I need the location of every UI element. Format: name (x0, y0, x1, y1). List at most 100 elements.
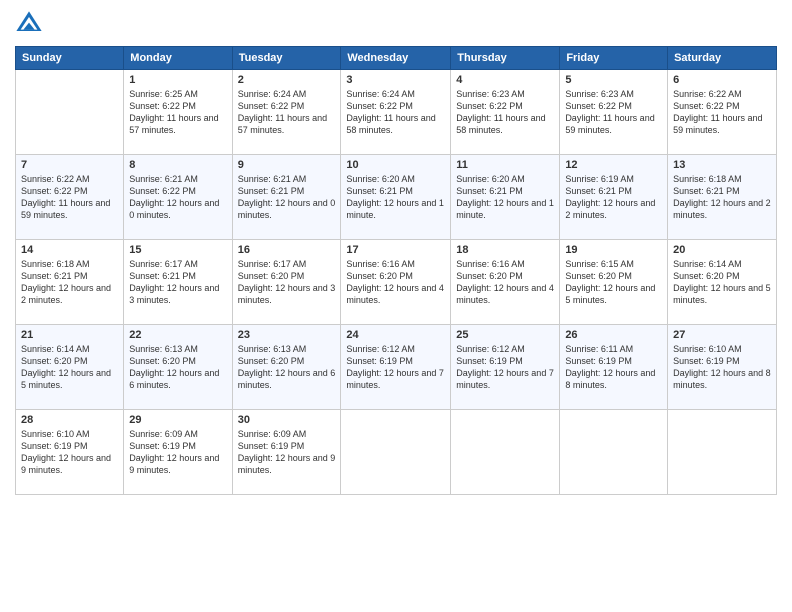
day-info: Sunrise: 6:22 AM Sunset: 6:22 PM Dayligh… (673, 88, 771, 137)
day-number: 7 (21, 159, 118, 171)
day-number: 15 (129, 244, 226, 256)
day-cell: 18 Sunrise: 6:16 AM Sunset: 6:20 PM Dayli… (451, 240, 560, 325)
day-info: Sunrise: 6:10 AM Sunset: 6:19 PM Dayligh… (673, 343, 771, 392)
day-number: 3 (346, 74, 445, 86)
day-cell: 4 Sunrise: 6:23 AM Sunset: 6:22 PM Daylig… (451, 70, 560, 155)
week-row-2: 14Sunrise: 6:18 AM Sunset: 6:21 PM Dayli… (16, 240, 777, 325)
day-number: 17 (346, 244, 445, 256)
day-cell: 5Sunrise: 6:23 AM Sunset: 6:22 PM Daylig… (560, 70, 668, 155)
logo (15, 10, 47, 38)
day-number: 27 (673, 329, 771, 341)
day-cell: 21 Sunrise: 6:14 AM Sunset: 6:20 PM Dayli… (16, 325, 124, 410)
day-number: 22 (129, 329, 226, 341)
day-number: 13 (673, 159, 771, 171)
week-row-4: 28 Sunrise: 6:10 AM Sunset: 6:19 PM Dayli… (16, 410, 777, 495)
day-info: Sunrise: 6:16 AM Sunset: 6:20 PM Dayligh… (346, 258, 445, 307)
day-number: 9 (238, 159, 336, 171)
day-header-tuesday: Tuesday (232, 47, 341, 70)
day-info: Sunrise: 6:20 AM Sunset: 6:21 PM Dayligh… (346, 173, 445, 222)
day-cell: 20 Sunrise: 6:14 AM Sunset: 6:20 PM Dayli… (668, 240, 777, 325)
logo-icon (15, 10, 43, 38)
day-number: 30 (238, 414, 336, 426)
day-cell: 9 Sunrise: 6:21 AM Sunset: 6:21 PM Daylig… (232, 155, 341, 240)
day-info: Sunrise: 6:22 AM Sunset: 6:22 PM Dayligh… (21, 173, 118, 222)
day-cell (341, 410, 451, 495)
day-cell: 27 Sunrise: 6:10 AM Sunset: 6:19 PM Dayli… (668, 325, 777, 410)
calendar-table: SundayMondayTuesdayWednesdayThursdayFrid… (15, 46, 777, 495)
day-cell: 25 Sunrise: 6:12 AM Sunset: 6:19 PM Dayli… (451, 325, 560, 410)
day-cell: 7 Sunrise: 6:22 AM Sunset: 6:22 PM Daylig… (16, 155, 124, 240)
day-info: Sunrise: 6:14 AM Sunset: 6:20 PM Dayligh… (21, 343, 118, 392)
day-info: Sunrise: 6:21 AM Sunset: 6:22 PM Dayligh… (129, 173, 226, 222)
day-info: Sunrise: 6:24 AM Sunset: 6:22 PM Dayligh… (238, 88, 336, 137)
day-cell: 10 Sunrise: 6:20 AM Sunset: 6:21 PM Dayli… (341, 155, 451, 240)
day-header-thursday: Thursday (451, 47, 560, 70)
day-number: 26 (565, 329, 662, 341)
day-number: 4 (456, 74, 554, 86)
day-number: 6 (673, 74, 771, 86)
day-header-friday: Friday (560, 47, 668, 70)
day-cell: 28 Sunrise: 6:10 AM Sunset: 6:19 PM Dayli… (16, 410, 124, 495)
day-cell: 23 Sunrise: 6:13 AM Sunset: 6:20 PM Dayli… (232, 325, 341, 410)
day-cell: 13 Sunrise: 6:18 AM Sunset: 6:21 PM Dayli… (668, 155, 777, 240)
day-info: Sunrise: 6:09 AM Sunset: 6:19 PM Dayligh… (238, 428, 336, 477)
day-cell (451, 410, 560, 495)
week-row-3: 21 Sunrise: 6:14 AM Sunset: 6:20 PM Dayli… (16, 325, 777, 410)
day-info: Sunrise: 6:15 AM Sunset: 6:20 PM Dayligh… (565, 258, 662, 307)
day-info: Sunrise: 6:17 AM Sunset: 6:20 PM Dayligh… (238, 258, 336, 307)
day-cell (668, 410, 777, 495)
day-info: Sunrise: 6:13 AM Sunset: 6:20 PM Dayligh… (238, 343, 336, 392)
day-info: Sunrise: 6:12 AM Sunset: 6:19 PM Dayligh… (346, 343, 445, 392)
day-number: 23 (238, 329, 336, 341)
day-number: 14 (21, 244, 118, 256)
day-number: 10 (346, 159, 445, 171)
day-header-sunday: Sunday (16, 47, 124, 70)
day-cell: 24 Sunrise: 6:12 AM Sunset: 6:19 PM Dayli… (341, 325, 451, 410)
day-cell (560, 410, 668, 495)
page: SundayMondayTuesdayWednesdayThursdayFrid… (0, 0, 792, 612)
day-number: 8 (129, 159, 226, 171)
day-number: 1 (129, 74, 226, 86)
day-number: 24 (346, 329, 445, 341)
day-cell: 6 Sunrise: 6:22 AM Sunset: 6:22 PM Daylig… (668, 70, 777, 155)
day-cell: 30 Sunrise: 6:09 AM Sunset: 6:19 PM Dayli… (232, 410, 341, 495)
day-info: Sunrise: 6:20 AM Sunset: 6:21 PM Dayligh… (456, 173, 554, 222)
calendar-header-row: SundayMondayTuesdayWednesdayThursdayFrid… (16, 47, 777, 70)
day-number: 20 (673, 244, 771, 256)
day-info: Sunrise: 6:24 AM Sunset: 6:22 PM Dayligh… (346, 88, 445, 137)
day-info: Sunrise: 6:18 AM Sunset: 6:21 PM Dayligh… (673, 173, 771, 222)
day-info: Sunrise: 6:23 AM Sunset: 6:22 PM Dayligh… (456, 88, 554, 137)
day-number: 5 (565, 74, 662, 86)
day-cell (16, 70, 124, 155)
day-number: 25 (456, 329, 554, 341)
header (15, 10, 777, 38)
day-info: Sunrise: 6:11 AM Sunset: 6:19 PM Dayligh… (565, 343, 662, 392)
day-number: 28 (21, 414, 118, 426)
day-info: Sunrise: 6:19 AM Sunset: 6:21 PM Dayligh… (565, 173, 662, 222)
day-info: Sunrise: 6:21 AM Sunset: 6:21 PM Dayligh… (238, 173, 336, 222)
day-number: 12 (565, 159, 662, 171)
day-number: 18 (456, 244, 554, 256)
week-row-1: 7 Sunrise: 6:22 AM Sunset: 6:22 PM Daylig… (16, 155, 777, 240)
day-info: Sunrise: 6:13 AM Sunset: 6:20 PM Dayligh… (129, 343, 226, 392)
day-info: Sunrise: 6:10 AM Sunset: 6:19 PM Dayligh… (21, 428, 118, 477)
day-number: 16 (238, 244, 336, 256)
day-header-saturday: Saturday (668, 47, 777, 70)
day-info: Sunrise: 6:16 AM Sunset: 6:20 PM Dayligh… (456, 258, 554, 307)
day-number: 21 (21, 329, 118, 341)
day-info: Sunrise: 6:14 AM Sunset: 6:20 PM Dayligh… (673, 258, 771, 307)
day-info: Sunrise: 6:25 AM Sunset: 6:22 PM Dayligh… (129, 88, 226, 137)
day-info: Sunrise: 6:12 AM Sunset: 6:19 PM Dayligh… (456, 343, 554, 392)
day-cell: 22 Sunrise: 6:13 AM Sunset: 6:20 PM Dayli… (124, 325, 232, 410)
day-number: 11 (456, 159, 554, 171)
day-cell: 12 Sunrise: 6:19 AM Sunset: 6:21 PM Dayli… (560, 155, 668, 240)
day-cell: 3 Sunrise: 6:24 AM Sunset: 6:22 PM Daylig… (341, 70, 451, 155)
day-cell: 29Sunrise: 6:09 AM Sunset: 6:19 PM Dayli… (124, 410, 232, 495)
day-info: Sunrise: 6:17 AM Sunset: 6:21 PM Dayligh… (129, 258, 226, 307)
day-cell: 17 Sunrise: 6:16 AM Sunset: 6:20 PM Dayli… (341, 240, 451, 325)
day-cell: 26 Sunrise: 6:11 AM Sunset: 6:19 PM Dayli… (560, 325, 668, 410)
week-row-0: 1 Sunrise: 6:25 AM Sunset: 6:22 PM Daylig… (16, 70, 777, 155)
day-number: 19 (565, 244, 662, 256)
day-number: 2 (238, 74, 336, 86)
day-cell: 8 Sunrise: 6:21 AM Sunset: 6:22 PM Daylig… (124, 155, 232, 240)
